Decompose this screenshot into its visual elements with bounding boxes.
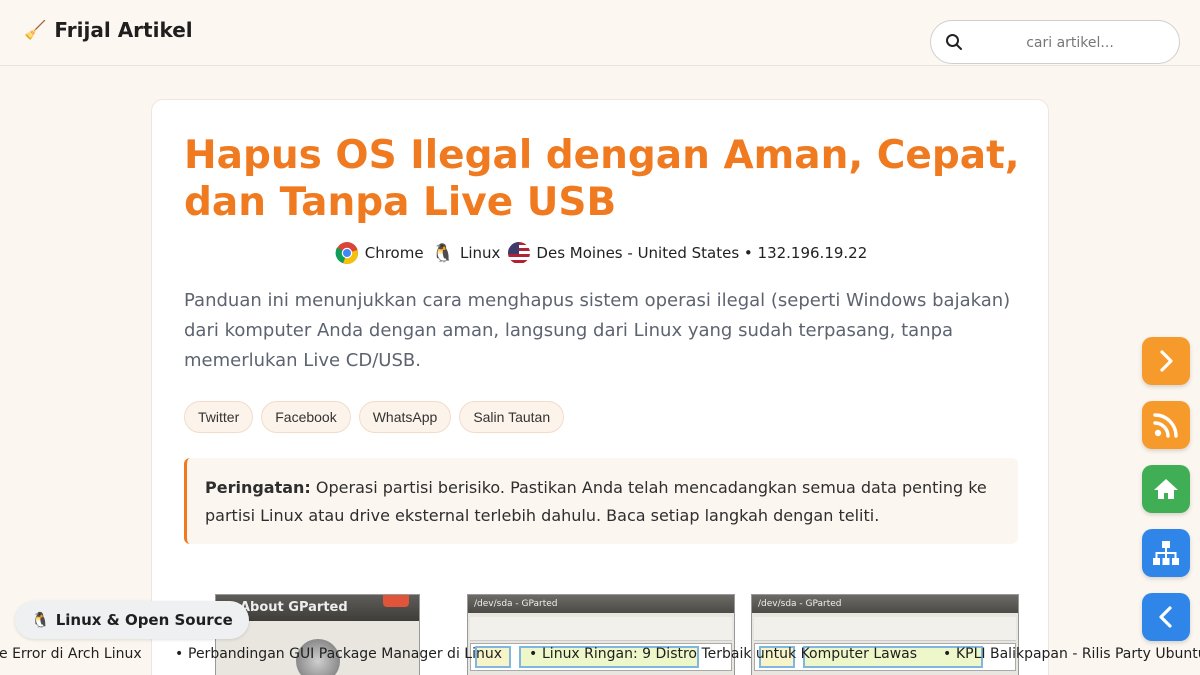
tux-icon: 🐧 (431, 242, 454, 264)
browser-name: Chrome (364, 244, 424, 262)
article-card: Hapus OS Ilegal dengan Aman, Cepat, dan … (151, 99, 1049, 675)
warning-text: Operasi partisi berisiko. Pastikan Anda … (205, 478, 987, 525)
news-ticker: e Error di Arch Linux • Perbandingan GUI… (0, 644, 1200, 666)
top-header: 🧹 Frijal Artikel (0, 0, 1200, 66)
search-input[interactable] (975, 29, 1165, 57)
gparted-window-title: /dev/sda - GParted (752, 595, 1018, 613)
gparted-toolbar (754, 617, 1016, 641)
os-chip: 🐧 Linux (432, 243, 501, 264)
category-pill[interactable]: 🐧 Linux & Open Source (15, 601, 249, 639)
copy-link-button[interactable]: Salin Tautan (459, 401, 565, 433)
ticker-item[interactable]: Perbandingan GUI Package Manager di Linu… (188, 646, 502, 662)
next-arrow-icon (1160, 350, 1173, 372)
back-button[interactable] (1142, 593, 1190, 641)
search-icon (946, 34, 962, 50)
share-whatsapp-button[interactable]: WhatsApp (358, 401, 452, 433)
share-twitter-button[interactable]: Twitter (184, 401, 254, 433)
sitemap-button[interactable] (1142, 529, 1190, 577)
home-button[interactable] (1142, 465, 1190, 513)
sitemap-icon (1153, 541, 1179, 565)
brand-name: Frijal Artikel (54, 18, 193, 42)
broom-icon: 🧹 (24, 19, 47, 41)
us-flag-icon (508, 242, 531, 264)
warning-callout: Peringatan: Operasi partisi berisiko. Pa… (184, 458, 1018, 544)
category-label: Linux & Open Source (55, 611, 233, 629)
gparted-toolbar (470, 617, 732, 641)
gparted-window-title: /dev/sda - GParted (468, 595, 734, 613)
article-lead: Panduan ini menunjukkan cara menghapus s… (184, 290, 1011, 371)
location-text: Des Moines - United States • 132.196.19.… (536, 244, 868, 262)
search-box[interactable] (930, 20, 1180, 64)
article-title: Hapus OS Ilegal dengan Aman, Cepat, dan … (184, 133, 1020, 225)
tux-icon: 🐧 (31, 611, 50, 629)
home-icon (1154, 479, 1178, 499)
os-name: Linux (460, 244, 501, 262)
next-article-button[interactable] (1142, 337, 1190, 385)
close-icon (383, 595, 409, 607)
ticker-item[interactable]: e Error di Arch Linux (0, 646, 142, 662)
visitor-meta: Chrome 🐧 Linux Des Moines - United State… (152, 241, 1050, 265)
ticker-item[interactable]: Linux Ringan: 9 Distro Terbaik untuk Kom… (542, 646, 917, 662)
back-arrow-icon (1159, 606, 1172, 628)
ticker-item[interactable]: KPLI Balikpapan - Rilis Party Ubuntu (956, 646, 1200, 662)
ticker-separator: • (529, 646, 538, 662)
location-chip: Des Moines - United States • 132.196.19.… (508, 242, 867, 264)
brand-logo[interactable]: 🧹 Frijal Artikel (24, 18, 193, 42)
browser-chip: Chrome (335, 241, 424, 265)
rss-icon (1153, 413, 1178, 438)
share-buttons: Twitter Facebook WhatsApp Salin Tautan (184, 401, 565, 433)
chrome-icon (335, 242, 358, 265)
share-facebook-button[interactable]: Facebook (261, 401, 351, 433)
warning-label: Peringatan: (205, 478, 311, 497)
rss-button[interactable] (1142, 401, 1190, 449)
ticker-separator: • (943, 646, 952, 662)
ticker-separator: • (175, 646, 184, 662)
